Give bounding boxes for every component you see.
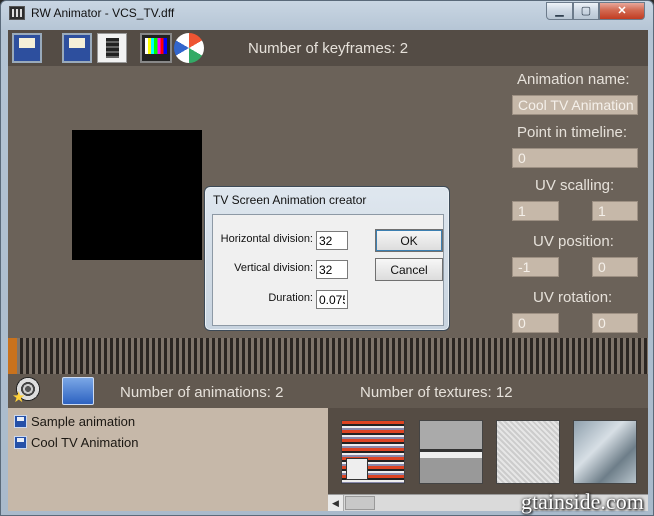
animation-name-label: Animation name: bbox=[517, 71, 630, 88]
minimize-icon: ▁ bbox=[555, 5, 564, 17]
tv-screen-icon[interactable] bbox=[140, 33, 172, 63]
animation-disk-icon bbox=[14, 436, 27, 449]
animations-count: Number of animations: 2 bbox=[120, 384, 284, 401]
vertical-division-label: Vertical division: bbox=[234, 262, 313, 274]
uv-position-label: UV position: bbox=[533, 233, 614, 250]
watermark: gtainside.com bbox=[521, 489, 644, 514]
animation-name-field[interactable]: Cool TV Animation bbox=[512, 95, 638, 115]
uv-scaling-u-field[interactable]: 1 bbox=[512, 201, 559, 221]
toolbar: Number of keyframes: 2 bbox=[8, 30, 648, 66]
cancel-button[interactable]: Cancel bbox=[375, 258, 443, 281]
point-in-timeline-field[interactable]: 0 bbox=[512, 148, 638, 168]
dialog-body: Horizontal division: Vertical division: … bbox=[212, 214, 444, 326]
timeline-cursor[interactable] bbox=[8, 338, 17, 374]
uv-scaling-v-field[interactable]: 1 bbox=[592, 201, 638, 221]
uv-rotation-u-field[interactable]: 0 bbox=[512, 313, 559, 333]
texture-preview bbox=[72, 130, 202, 260]
close-button[interactable]: ✕ bbox=[599, 2, 645, 20]
vertical-division-input[interactable] bbox=[316, 260, 348, 279]
horizontal-division-label: Horizontal division: bbox=[220, 233, 313, 245]
save-as-icon[interactable] bbox=[62, 33, 92, 63]
uv-rotation-label: UV rotation: bbox=[533, 289, 613, 306]
duration-input[interactable] bbox=[316, 290, 348, 309]
list-item[interactable]: Cool TV Animation bbox=[8, 434, 328, 455]
tv-screen-dialog: TV Screen Animation creator Horizontal d… bbox=[204, 186, 450, 331]
beach-ball-icon[interactable] bbox=[174, 33, 204, 63]
uv-scaling-label: UV scalling: bbox=[535, 177, 615, 194]
texture-thumbnail[interactable] bbox=[341, 420, 405, 484]
dialog-title: TV Screen Animation creator bbox=[213, 193, 367, 207]
list-item-label: Sample animation bbox=[31, 414, 136, 429]
film-app-icon bbox=[9, 6, 25, 20]
texture-thumbnail[interactable] bbox=[496, 420, 560, 484]
texture-thumbnail[interactable] bbox=[573, 420, 637, 484]
film-strip-icon[interactable] bbox=[97, 33, 127, 63]
window-title: RW Animator - VCS_TV.dff bbox=[31, 6, 175, 20]
horizontal-division-input[interactable] bbox=[316, 231, 348, 250]
duration-label: Duration: bbox=[268, 292, 313, 304]
minimize-button[interactable]: ▁ bbox=[546, 2, 573, 20]
folder-icon[interactable] bbox=[62, 377, 94, 405]
list-item[interactable]: Sample animation bbox=[8, 413, 328, 434]
save-icon[interactable] bbox=[12, 33, 42, 63]
timeline-bar[interactable] bbox=[8, 338, 648, 374]
ok-button[interactable]: OK bbox=[375, 229, 443, 252]
animations-bar: ★ Number of animations: 2 Number of text… bbox=[8, 374, 648, 408]
keyframes-count: Number of keyframes: 2 bbox=[248, 40, 409, 57]
scroll-thumb[interactable] bbox=[345, 496, 375, 510]
animation-list: Sample animation Cool TV Animation bbox=[8, 408, 328, 511]
list-item-label: Cool TV Animation bbox=[31, 435, 139, 450]
title-bar[interactable]: RW Animator - VCS_TV.dff ▁ ▢ ✕ bbox=[1, 1, 653, 25]
maximize-icon: ▢ bbox=[580, 5, 592, 17]
textures-count: Number of textures: 12 bbox=[360, 384, 513, 401]
texture-thumbnail[interactable] bbox=[419, 420, 483, 484]
new-animation-reel-icon[interactable]: ★ bbox=[12, 376, 44, 406]
star-icon: ★ bbox=[12, 389, 26, 406]
point-in-timeline-label: Point in timeline: bbox=[517, 124, 628, 141]
uv-rotation-v-field[interactable]: 0 bbox=[592, 313, 638, 333]
uv-position-u-field[interactable]: -1 bbox=[512, 257, 559, 277]
animation-disk-icon bbox=[14, 415, 27, 428]
maximize-button[interactable]: ▢ bbox=[573, 2, 599, 20]
scroll-left-icon[interactable]: ◀ bbox=[328, 495, 344, 511]
close-icon: ✕ bbox=[617, 5, 627, 17]
app-window: RW Animator - VCS_TV.dff ▁ ▢ ✕ Number of… bbox=[0, 0, 654, 516]
uv-position-v-field[interactable]: 0 bbox=[592, 257, 638, 277]
